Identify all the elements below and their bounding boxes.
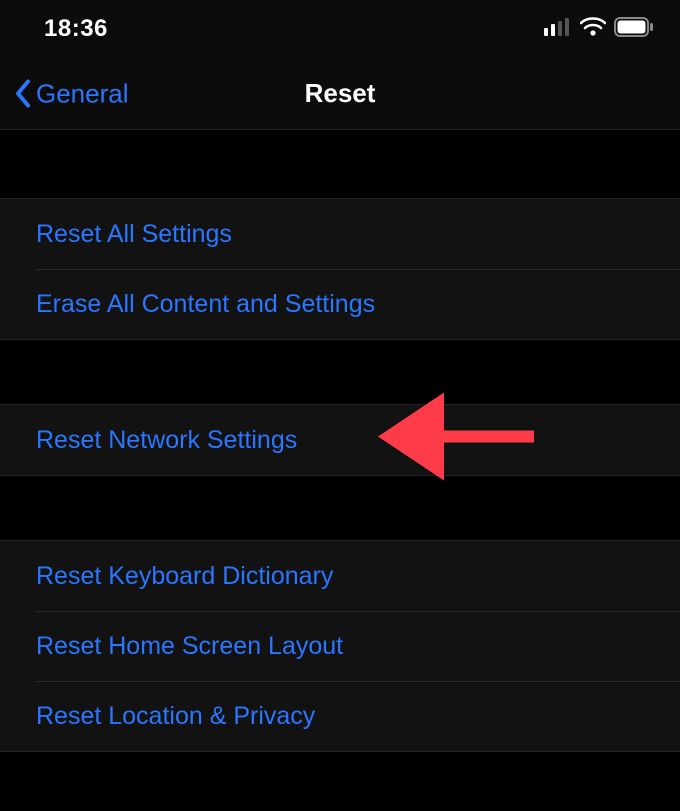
group-general-reset: Reset All Settings Erase All Content and… [0,198,680,340]
annotation-arrow-icon [378,393,538,488]
battery-icon [614,17,654,42]
row-label: Reset Location & Privacy [36,702,315,731]
row-label: Reset Home Screen Layout [36,632,343,661]
row-label: Reset Network Settings [36,426,297,455]
back-button[interactable]: General [14,78,129,109]
status-icons [544,17,654,42]
wifi-icon [580,17,606,42]
reset-all-settings[interactable]: Reset All Settings [0,199,680,269]
group-network: Reset Network Settings [0,404,680,476]
back-label: General [36,78,129,109]
content: Reset All Settings Erase All Content and… [0,130,680,752]
section-gap [0,130,680,198]
reset-keyboard-dictionary[interactable]: Reset Keyboard Dictionary [0,541,680,611]
nav-bar: General Reset [0,58,680,130]
status-bar: 18:36 [0,0,680,58]
section-gap [0,476,680,540]
row-label: Reset Keyboard Dictionary [36,562,333,591]
chevron-left-icon [14,79,32,109]
reset-location-privacy[interactable]: Reset Location & Privacy [0,681,680,751]
row-label: Reset All Settings [36,220,232,249]
row-label: Erase All Content and Settings [36,290,375,319]
cellular-icon [544,18,572,41]
section-gap [0,340,680,404]
reset-network-settings[interactable]: Reset Network Settings [0,405,680,475]
erase-all-content[interactable]: Erase All Content and Settings [0,269,680,339]
status-time: 18:36 [44,15,108,43]
reset-home-screen-layout[interactable]: Reset Home Screen Layout [0,611,680,681]
group-misc: Reset Keyboard Dictionary Reset Home Scr… [0,540,680,752]
